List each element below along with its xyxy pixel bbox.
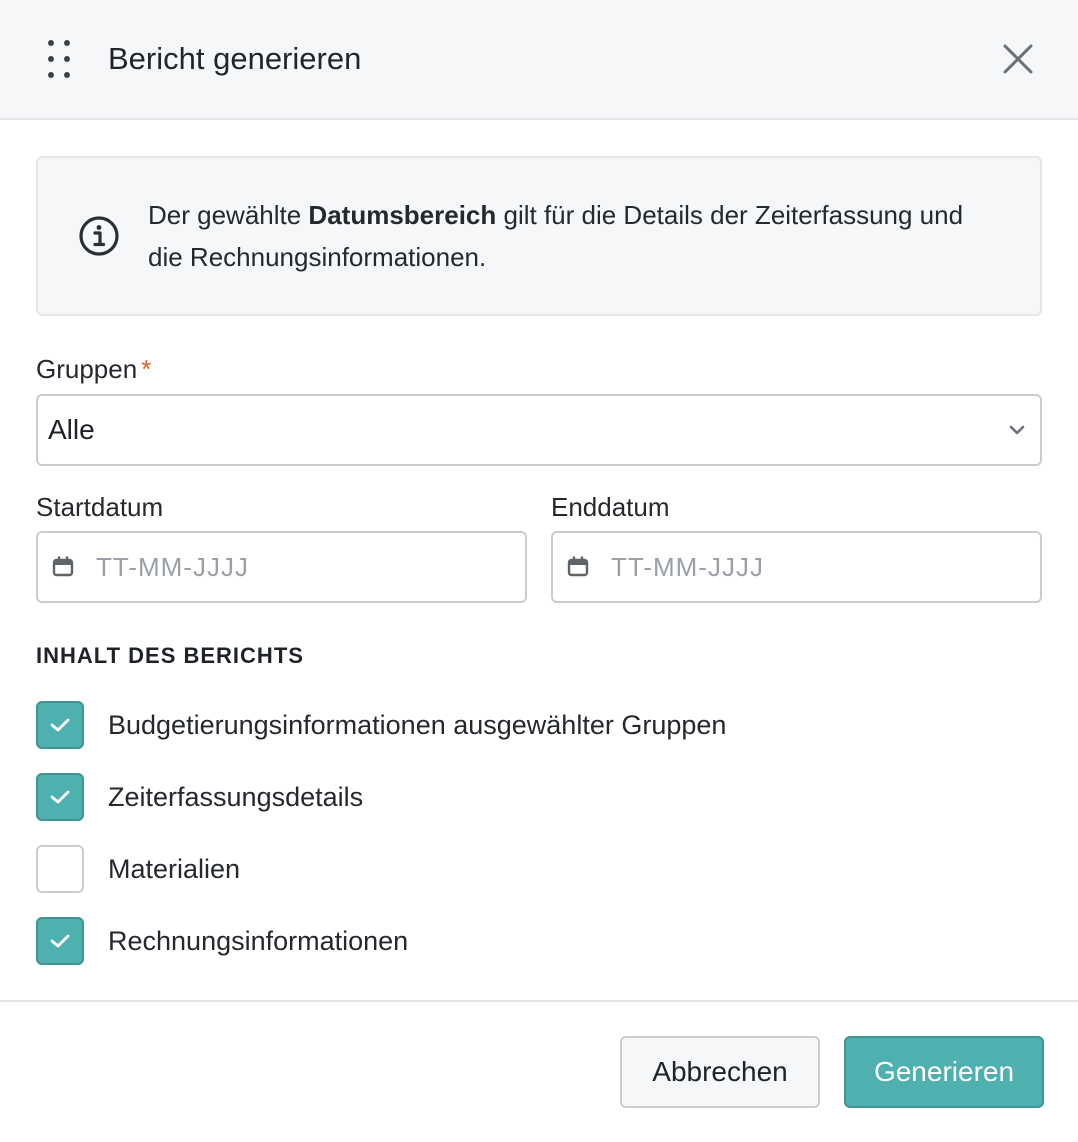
end-date-field: Enddatum xyxy=(551,492,1042,603)
groups-select[interactable]: Alle xyxy=(36,394,1042,466)
option-label: Zeiterfassungsdetails xyxy=(108,781,364,812)
dialog-body: Der gewählte Datumsbereich gilt für die … xyxy=(0,120,1078,977)
start-date-label: Startdatum xyxy=(36,492,164,522)
checkbox-budget-info[interactable] xyxy=(36,701,84,749)
dialog-title: Bericht generieren xyxy=(108,41,362,76)
start-date-field: Startdatum xyxy=(36,492,527,603)
close-button[interactable] xyxy=(994,35,1042,83)
groups-label-row: Gruppen * xyxy=(36,354,1042,388)
end-date-input-wrapper[interactable] xyxy=(551,531,1042,603)
checkbox-time-tracking[interactable] xyxy=(36,773,84,821)
generate-button[interactable]: Generieren xyxy=(844,1036,1044,1108)
option-label: Rechnungsinformationen xyxy=(108,925,409,956)
end-date-label: Enddatum xyxy=(551,492,670,522)
check-icon xyxy=(50,934,70,948)
calendar-icon xyxy=(52,556,74,577)
dialog-footer: Abbrechen Generieren xyxy=(0,1000,1078,1142)
end-date-input[interactable] xyxy=(611,551,991,583)
cancel-button[interactable]: Abbrechen xyxy=(620,1036,820,1108)
required-marker: * xyxy=(141,354,152,384)
report-dialog: Bericht generieren Der gewählte Datumsbe… xyxy=(0,0,1078,1142)
drag-handle-icon[interactable] xyxy=(48,39,72,79)
option-materials[interactable]: Materialien xyxy=(36,833,1042,905)
check-icon xyxy=(50,790,70,804)
info-text: Der gewählte Datumsbereich gilt für die … xyxy=(148,194,1000,278)
checkbox-materials[interactable] xyxy=(36,845,84,893)
report-content-title: INHALT DES BERICHTS xyxy=(36,643,304,668)
info-icon xyxy=(79,216,119,256)
calendar-icon xyxy=(567,556,589,577)
option-budget-info[interactable]: Budgetierungsinformationen ausgewählter … xyxy=(36,689,1042,761)
dialog-header: Bericht generieren xyxy=(0,0,1078,120)
close-icon xyxy=(1003,44,1033,74)
report-content-options: Budgetierungsinformationen ausgewählter … xyxy=(36,689,1042,977)
option-label: Budgetierungsinformationen ausgewählter … xyxy=(108,709,727,740)
start-date-input-wrapper[interactable] xyxy=(36,531,527,603)
chevron-down-icon xyxy=(1009,425,1025,435)
groups-label: Gruppen xyxy=(36,354,138,384)
option-label: Materialien xyxy=(108,853,241,884)
groups-select-value: Alle xyxy=(48,414,95,445)
option-time-tracking[interactable]: Zeiterfassungsdetails xyxy=(36,761,1042,833)
info-text-before: Der gewählte xyxy=(148,200,309,230)
info-banner: Der gewählte Datumsbereich gilt für die … xyxy=(36,156,1042,316)
option-invoice-info[interactable]: Rechnungsinformationen xyxy=(36,905,1042,977)
checkbox-invoice-info[interactable] xyxy=(36,917,84,965)
date-range: Startdatum Enddatum xyxy=(36,492,1042,603)
check-icon xyxy=(50,718,70,732)
start-date-input[interactable] xyxy=(96,551,476,583)
info-text-bold: Datumsbereich xyxy=(308,200,497,230)
